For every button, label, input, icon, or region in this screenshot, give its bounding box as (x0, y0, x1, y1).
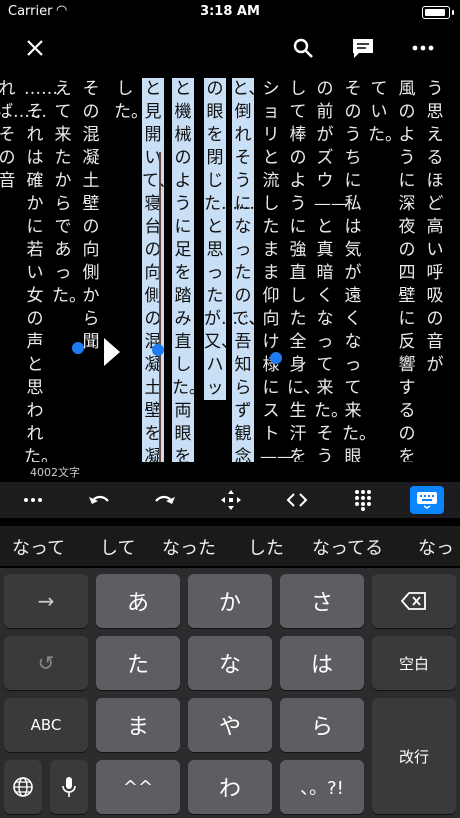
selected-text-column: と、倒れそうになったので、吾知らず観念 (232, 78, 265, 462)
text-column: の前がズウ——と真暗くなって来た。そう (314, 79, 348, 462)
candidate-item[interactable]: なっ (418, 534, 454, 560)
key-ha[interactable]: は (280, 636, 364, 690)
selection-handle-start[interactable] (270, 352, 282, 364)
editing-toolbar (0, 482, 460, 518)
candidate-item[interactable]: して (100, 534, 135, 560)
enter-key[interactable]: 改行 (372, 698, 456, 814)
text-caret (159, 152, 161, 462)
more-icon[interactable] (408, 34, 438, 62)
key-ta[interactable]: た (96, 636, 180, 690)
candidate-item[interactable]: なった (162, 534, 216, 560)
selection-handle-end[interactable] (152, 344, 164, 356)
move-cursor-icon[interactable] (214, 486, 248, 514)
key-sa[interactable]: さ (280, 574, 364, 628)
comment-icon[interactable] (348, 34, 378, 62)
more-icon[interactable] (16, 486, 50, 514)
undo-icon[interactable] (82, 486, 116, 514)
candidate-item[interactable]: した (248, 534, 284, 560)
microphone-key[interactable] (50, 760, 88, 814)
character-count: 4002文字 (30, 466, 80, 479)
redo-icon[interactable] (148, 486, 182, 514)
text-column: その混凝土壁の向側から聞 (82, 79, 100, 352)
text-column: して棒のように強直した全身に、生汗をビッ (287, 79, 321, 462)
key-ya[interactable]: や (188, 698, 272, 752)
microphone-icon (62, 777, 76, 797)
top-toolbar (0, 26, 460, 70)
key-a[interactable]: あ (96, 574, 180, 628)
cursor-handle[interactable] (72, 342, 84, 354)
text-column: う思えるほど高い呼吸の音が (426, 79, 444, 375)
candidate-bar: なって して なった した なってる なっ (0, 526, 460, 566)
abc-key[interactable]: ABC (4, 698, 88, 752)
battery-icon (422, 6, 450, 19)
text-column: れば……その音 (0, 79, 47, 191)
key-ra[interactable]: ら (280, 698, 364, 752)
search-icon[interactable] (288, 34, 318, 62)
text-column: えて来たからであった。 (52, 79, 86, 306)
keyboard-icon[interactable] (410, 486, 444, 514)
undo-key[interactable]: ↺ (4, 636, 88, 690)
backspace-icon (401, 592, 426, 610)
close-icon[interactable] (20, 34, 50, 62)
status-bar: Carrier ◠ 3:18 AM (0, 0, 460, 24)
dakuten-key[interactable]: ^^ (96, 760, 180, 814)
text-column: ……それは確かに若い女の声と思われた。 (24, 79, 58, 462)
vertical-text-editor[interactable]: う思えるほど高い呼吸の音が 風のように深夜の四壁に反響するのを聞い ていた。 そ… (0, 72, 460, 462)
globe-icon (13, 777, 33, 797)
battery-tip (452, 10, 454, 15)
globe-key[interactable] (4, 760, 42, 814)
space-key[interactable]: 空白 (372, 636, 456, 690)
punctuation-key[interactable]: 、。?! (280, 760, 364, 814)
key-na[interactable]: な (188, 636, 272, 690)
delete-key[interactable] (372, 574, 456, 628)
clock: 3:18 AM (200, 4, 260, 19)
cursor-pointer-icon (104, 338, 120, 366)
text-column: した。 (114, 79, 148, 122)
code-brackets-icon[interactable] (280, 486, 314, 514)
selected-text-column: の眼を閉じた……と思ったが……又、ハッ (204, 78, 255, 400)
key-ma[interactable]: ま (96, 698, 180, 752)
grid-icon[interactable] (346, 486, 380, 514)
text-column: ショリと流したまま仰向け様にスト——ン (260, 79, 294, 462)
key-ka[interactable]: か (188, 574, 272, 628)
japanese-flick-keyboard: → あ か さ ↺ た な は 空白 ABC ま や ら 改行 ^^ わ 、。?… (0, 568, 460, 818)
candidate-item[interactable]: なってる (312, 534, 383, 560)
arrow-right-key[interactable]: → (4, 574, 88, 628)
text-column: ていた。 (368, 79, 402, 145)
candidate-item[interactable]: なって (12, 534, 65, 560)
key-wa[interactable]: わ (188, 760, 272, 814)
selected-text-column: と機械のように足を踏み直した。両眼をカッ (172, 78, 206, 462)
